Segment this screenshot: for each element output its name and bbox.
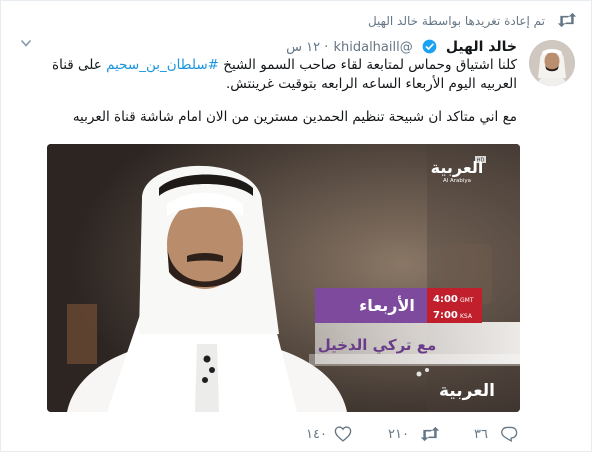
tweet-actions: ١٤٠ ٢١٠ ٣٦ [306,425,526,445]
tweet-text: كلنا اشتياق وحماس لمتابعة لقاء صاحب السم… [13,56,517,127]
channel-logo-bottom: العربية [439,381,495,401]
retweet-icon [420,426,440,442]
retweet-count: ٢١٠ [388,427,409,442]
chevron-down-icon[interactable] [19,36,33,50]
reply-count: ٣٦ [474,427,488,442]
retweet-context[interactable]: تم إعادة تغريدها بواسطة خالد الهيل [368,14,545,28]
time-ksa: 7:00 [433,310,458,321]
tweet-line-2: العربيه اليوم الأربعاء الساعه الرابعه بت… [225,76,517,92]
ksa-label: KSA [460,313,473,320]
tweet-header: خالد الهيل @khidalhaill · ١٢ س [19,36,517,56]
like-count: ١٤٠ [306,427,327,442]
video-frame: الأربعاء 4:00 GMT 7:00 KSA مع تركي الدخي… [47,144,520,412]
avatar[interactable] [529,40,575,86]
gmt-label: GMT [460,297,474,304]
avatar-image [529,40,575,86]
day-label: الأربعاء [359,296,415,315]
hashtag-link[interactable]: #سلطان_بن_سحيم [106,57,219,73]
program-name: مع تركي الدخيل [318,336,437,354]
reply-icon [501,426,518,442]
retweet-icon [557,12,577,28]
tweet-line-1: كلنا اشتياق وحماس لمتابعة لقاء صاحب السم… [52,57,517,73]
retweet-button[interactable]: ٢١٠ [388,425,440,445]
timestamp[interactable]: ١٢ س [286,40,320,55]
like-button[interactable]: ١٤٠ [306,425,352,445]
media-image[interactable]: الأربعاء 4:00 GMT 7:00 KSA مع تركي الدخي… [47,144,520,412]
channel-sub: Al Arabiya [443,178,471,184]
display-name[interactable]: خالد الهيل [446,39,517,55]
tweet-line-3: مع اني متاكد ان شبيحة تنظيم الحمدين مستر… [72,109,517,125]
tweet-card: تم إعادة تغريدها بواسطة خالد الهيل خالد … [0,0,592,452]
like-icon [334,426,352,442]
reply-button[interactable]: ٣٦ [474,425,524,445]
handle[interactable]: @khidalhaill [333,40,412,55]
hd-badge: HD [477,158,485,164]
time-gmt: 4:00 [433,294,458,305]
verified-icon [422,39,437,54]
